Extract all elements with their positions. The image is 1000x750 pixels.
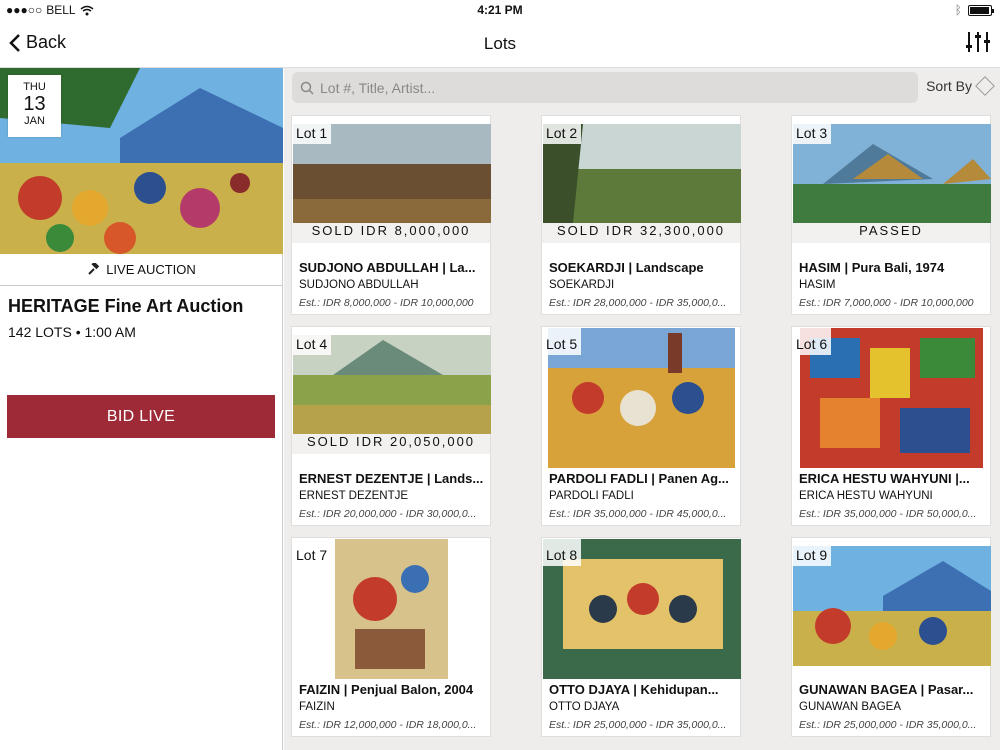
auction-type-label: LIVE AUCTION xyxy=(0,254,283,286)
navigation-bar: Back Lots xyxy=(0,20,1000,68)
page-title: Lots xyxy=(483,34,517,53)
search-placeholder: Lot #, Title, Artist... xyxy=(320,79,436,96)
battery-icon xyxy=(968,4,994,16)
bid-live-button[interactable]: BID LIVE xyxy=(7,395,275,438)
lot-card[interactable]: Lot 7 FAIZIN | Penjual Balon, 2004 FAIZI… xyxy=(291,537,491,737)
lot-title: SUDJONO ABDULLAH | La... xyxy=(299,260,476,275)
lot-title: GUNAWAN BAGEA | Pasar... xyxy=(799,682,974,697)
status-right: ᛒ xyxy=(954,3,994,17)
lot-title: ERICA HESTU WAHYUNI |... xyxy=(799,471,970,486)
clock: 4:21 PM xyxy=(477,3,523,17)
lot-number: Lot 9 xyxy=(792,538,832,566)
sort-label: Sort By xyxy=(926,78,972,94)
status-bar: ●●●○○ BELL 4:21 PM ᛒ xyxy=(0,0,1000,20)
lot-card[interactable]: Lot 2 SOLD IDR 32,300,000 SOEKARDJI | La… xyxy=(541,115,741,315)
auction-type-text: LIVE AUCTION xyxy=(106,262,196,277)
lot-estimate: Est.: IDR 7,000,000 - IDR 10,000,000 xyxy=(799,297,974,309)
lot-card[interactable]: Lot 3 PASSED HASIM | Pura Bali, 1974 HAS… xyxy=(791,115,991,315)
lot-title: PARDOLI FADLI | Panen Ag... xyxy=(549,471,729,486)
lot-estimate: Est.: IDR 12,000,000 - IDR 18,000,0... xyxy=(299,719,477,731)
lot-status: PASSED xyxy=(792,223,990,243)
lot-title: HASIM | Pura Bali, 1974 xyxy=(799,260,945,275)
lot-artist: ERICA HESTU WAHYUNI xyxy=(799,490,933,502)
lot-card[interactable]: Lot 4 SOLD IDR 20,050,000 ERNEST DEZENTJ… xyxy=(291,326,491,526)
lot-artist: OTTO DJAYA xyxy=(549,701,620,713)
lot-number: Lot 5 xyxy=(542,327,582,355)
auction-title: HERITAGE Fine Art Auction xyxy=(8,296,244,316)
lot-number: Lot 3 xyxy=(792,116,832,144)
lot-title: OTTO DJAYA | Kehidupan... xyxy=(549,682,719,697)
auction-date-badge: THU 13 JAN xyxy=(8,75,61,137)
lot-artist: SOEKARDJI xyxy=(549,279,615,291)
lot-estimate: Est.: IDR 35,000,000 - IDR 50,000,0... xyxy=(799,508,977,520)
lot-estimate: Est.: IDR 25,000,000 - IDR 35,000,0... xyxy=(549,719,727,731)
bluetooth-icon: ᛒ xyxy=(954,3,962,17)
lot-estimate: Est.: IDR 8,000,000 - IDR 10,000,000 xyxy=(299,297,474,309)
auction-sidebar: THU 13 JAN LIVE AUCTION HERITAGE Fine Ar… xyxy=(0,68,283,750)
lot-number: Lot 6 xyxy=(792,327,832,355)
lot-title: ERNEST DEZENTJE | Lands... xyxy=(299,471,484,486)
lot-estimate: Est.: IDR 35,000,000 - IDR 45,000,0... xyxy=(549,508,727,520)
lot-card[interactable]: Lot 9 GUNAWAN BAGEA | Pasar... GUNAWAN B… xyxy=(791,537,991,737)
lot-artist: FAIZIN xyxy=(299,701,335,713)
auction-cover-image: THU 13 JAN xyxy=(0,68,283,254)
lot-estimate: Est.: IDR 20,000,000 - IDR 30,000,0... xyxy=(299,508,477,520)
lot-image xyxy=(335,539,448,679)
date-weekday: THU xyxy=(23,81,46,93)
lot-estimate: Est.: IDR 28,000,000 - IDR 35,000,0... xyxy=(549,297,727,309)
search-icon xyxy=(300,81,314,95)
lot-estimate: Est.: IDR 25,000,000 - IDR 35,000,0... xyxy=(799,719,977,731)
lot-card[interactable]: Lot 5 PARDOLI FADLI | Panen Ag... PARDOL… xyxy=(541,326,741,526)
lot-artist: PARDOLI FADLI xyxy=(549,490,634,502)
filter-sliders-icon[interactable] xyxy=(964,28,992,56)
lot-number: Lot 4 xyxy=(292,327,332,355)
lot-number: Lot 1 xyxy=(292,116,332,144)
lot-artist: GUNAWAN BAGEA xyxy=(799,701,902,713)
lot-number: Lot 2 xyxy=(542,116,582,144)
lot-title: FAIZIN | Penjual Balon, 2004 xyxy=(299,682,474,697)
lot-artist: SUDJONO ABDULLAH xyxy=(299,279,419,291)
sort-button[interactable]: Sort By xyxy=(926,76,995,96)
lot-status: SOLD IDR 8,000,000 xyxy=(292,223,490,243)
gavel-icon xyxy=(88,263,100,275)
lot-number: Lot 8 xyxy=(542,538,582,566)
auction-meta: 142 LOTS • 1:00 AM xyxy=(8,324,136,340)
date-day: 13 xyxy=(23,93,46,115)
sort-diamond-icon xyxy=(975,76,995,96)
date-month: JAN xyxy=(24,115,45,127)
lot-artist: ERNEST DEZENTJE xyxy=(299,490,409,502)
lot-card[interactable]: Lot 1 SOLD IDR 8,000,000 SUDJONO ABDULLA… xyxy=(291,115,491,315)
lot-status: SOLD IDR 32,300,000 xyxy=(542,223,740,243)
lot-card[interactable]: Lot 8 OTTO DJAYA | Kehidupan... OTTO DJA… xyxy=(541,537,741,737)
lot-artist: HASIM xyxy=(799,279,836,291)
search-input[interactable]: Lot #, Title, Artist... xyxy=(292,72,918,103)
lots-panel: Lot #, Title, Artist... Sort By Lot 1 SO… xyxy=(284,68,1000,750)
lot-number: Lot 7 xyxy=(292,538,332,566)
lot-card[interactable]: Lot 6 ERICA HESTU WAHYUNI |... ERICA HES… xyxy=(791,326,991,526)
lot-title: SOEKARDJI | Landscape xyxy=(549,260,704,275)
lot-status: SOLD IDR 20,050,000 xyxy=(292,434,490,454)
